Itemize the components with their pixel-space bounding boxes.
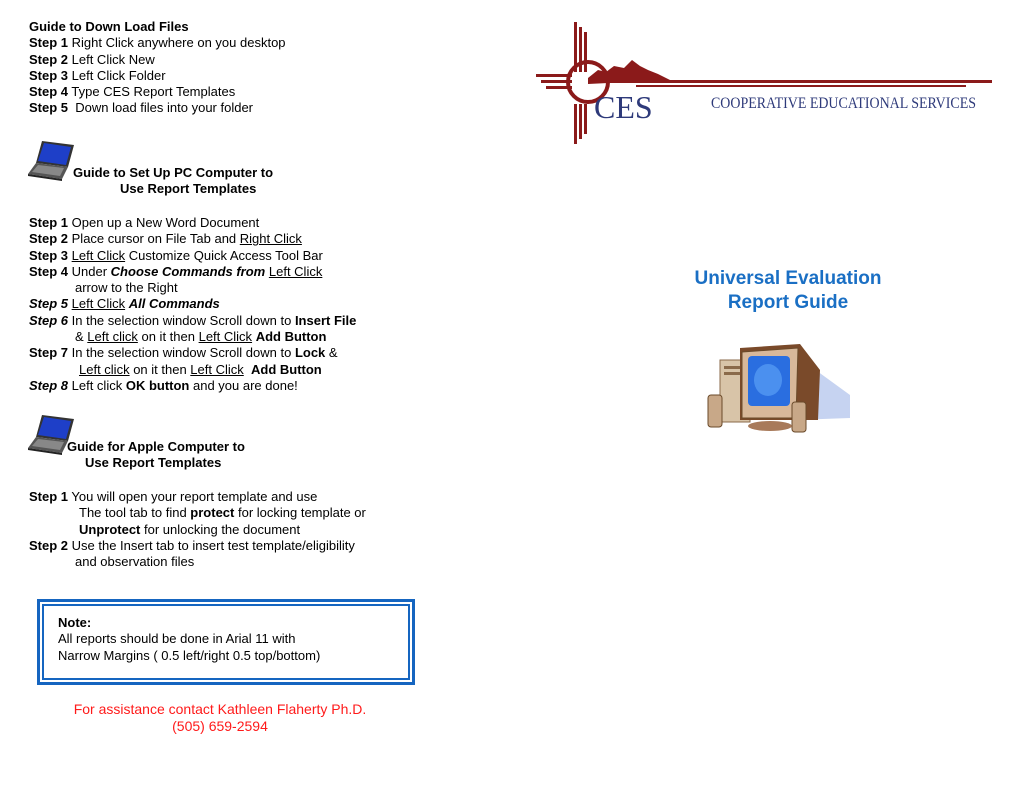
note-label: Note: — [58, 615, 92, 630]
note-text: Narrow Margins ( 0.5 left/right 0.5 top/… — [58, 647, 321, 663]
desktop-computer-icon — [707, 344, 850, 433]
laptop-icon — [28, 141, 74, 181]
pc-step: Step 5 Left Click All Commands — [29, 296, 220, 312]
pc-step: Step 2 Place cursor on File Tab and Righ… — [29, 231, 302, 247]
download-step: Step 2 Left Click New — [29, 51, 155, 67]
apple-guide-heading: Guide for Apple Computer to Use Report T… — [67, 439, 245, 471]
pc-step: Step 3 Left Click Customize Quick Access… — [29, 247, 323, 263]
note-text: All reports should be done in Arial 11 w… — [58, 631, 296, 647]
logo-abbr: CES — [594, 89, 653, 125]
pc-step: Step 1 Open up a New Word Document — [29, 215, 260, 230]
pc-guide-heading: Guide to Set Up PC Computer to Use Repor… — [73, 165, 274, 197]
pc-step: Step 7 In the selection window Scroll do… — [29, 345, 338, 361]
download-guide: Guide to Down Load Files Step 1 Right Cl… — [29, 19, 286, 117]
download-step: Step 5 Down load files into your folder — [29, 100, 254, 116]
apple-step: Step 2 Use the Insert tab to insert test… — [29, 537, 355, 553]
download-step: Step 1 Right Click anywhere on you deskt… — [29, 35, 286, 51]
ces-logo: CES COOPERATIVE EDUCATIONAL SERVICES — [536, 22, 992, 144]
contact-name: For assistance contact Kathleen Flaherty… — [73, 701, 367, 717]
logo-name: COOPERATIVE EDUCATIONAL SERVICES — [711, 95, 976, 112]
apple-step: Step 1 You will open your report templat… — [29, 489, 318, 504]
zia-sun-icon — [536, 22, 992, 144]
pc-step: Step 6 In the selection window Scroll do… — [29, 312, 357, 328]
contact-info: For assistance contact Kathleen Flaherty… — [40, 701, 400, 735]
apple-guide-steps: Step 1 You will open your report templat… — [29, 489, 366, 570]
document-title: Universal Evaluation Report Guide — [694, 268, 882, 313]
pc-step: Step 8 Left click OK button and you are … — [29, 377, 298, 393]
download-step: Step 3 Left Click Folder — [29, 67, 166, 83]
download-heading: Guide to Down Load Files — [29, 19, 189, 34]
pc-guide-steps: Step 1 Open up a New Word Document Step … — [29, 215, 357, 393]
download-step: Step 4 Type CES Report Templates — [29, 84, 236, 100]
pc-step: Step 4 Under Choose Commands from Left C… — [29, 263, 323, 279]
contact-phone: (505) 659-2594 — [172, 718, 268, 734]
note-box: Note: All reports should be done in Aria… — [37, 599, 415, 685]
